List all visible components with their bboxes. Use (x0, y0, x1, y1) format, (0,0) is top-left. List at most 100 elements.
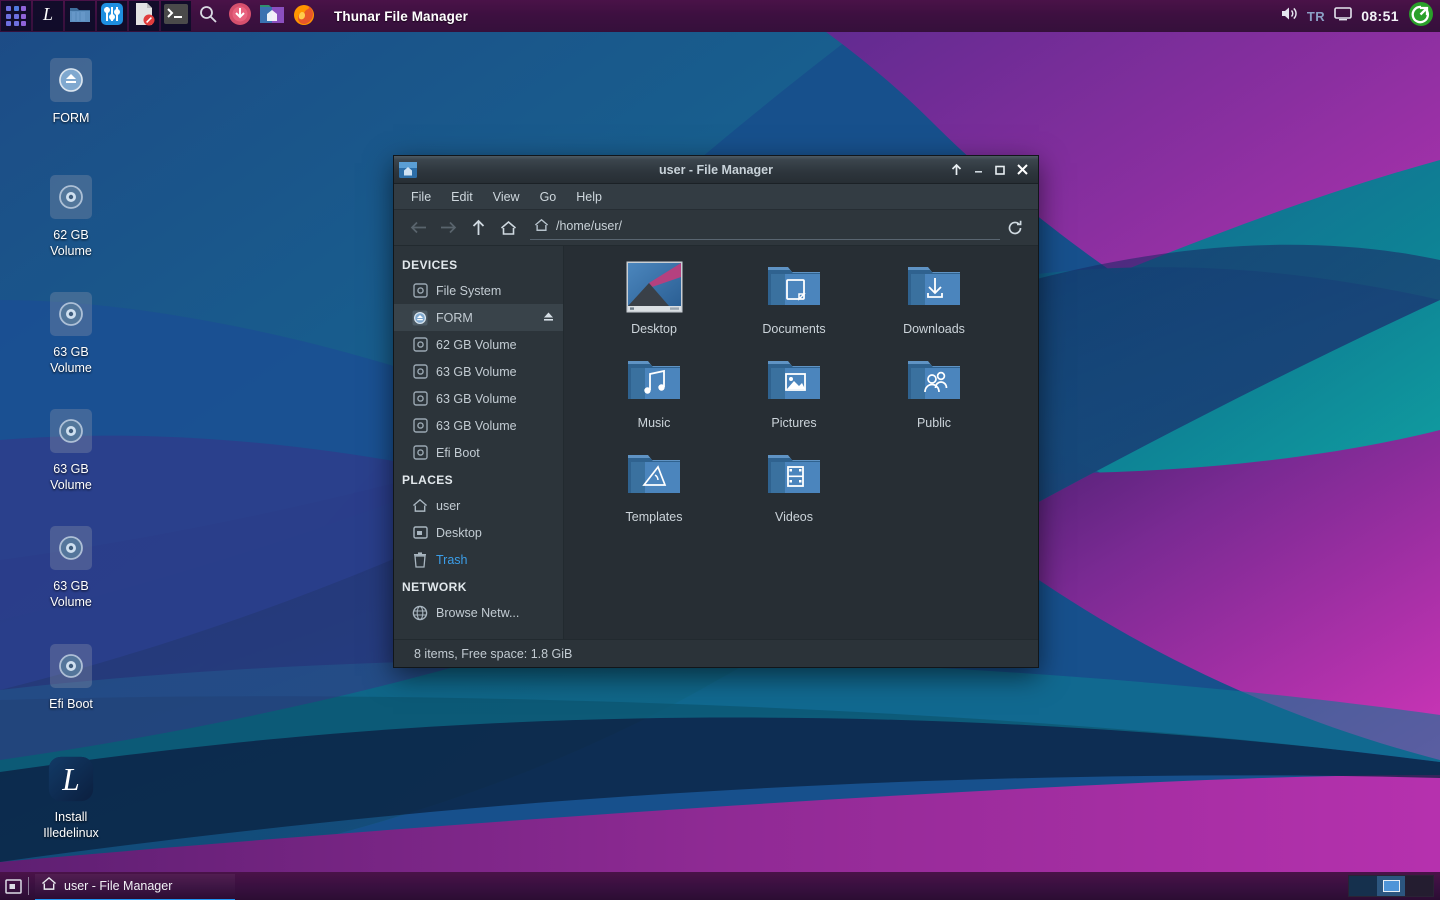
firefox-launcher[interactable] (289, 1, 319, 31)
settings-manager-launcher[interactable] (97, 1, 127, 31)
file-manager-launcher[interactable] (65, 1, 95, 31)
sidebar-item-form[interactable]: FORM (394, 304, 563, 331)
drive-icon (47, 642, 95, 690)
app-grid-launcher[interactable] (1, 1, 31, 31)
reload-button[interactable] (1002, 216, 1028, 240)
sidebar-header-places: PLACES (402, 473, 454, 487)
show-desktop-icon[interactable] (0, 872, 26, 900)
shade-button[interactable] (946, 159, 966, 181)
workspace-1[interactable] (1349, 876, 1377, 896)
file-item-downloads[interactable]: Downloads (864, 258, 1004, 336)
desktop-icon-installer[interactable]: L Install Illedelinux (16, 755, 126, 841)
workspace-pager[interactable] (1348, 875, 1434, 897)
desktop-icon-63gb-3[interactable]: 63 GB Volume (16, 524, 126, 610)
folder-music-icon (625, 352, 683, 410)
logout-icon[interactable] (1408, 1, 1434, 32)
search-launcher[interactable] (193, 1, 223, 31)
menu-view[interactable]: View (484, 187, 529, 207)
file-item-public[interactable]: Public (864, 352, 1004, 430)
sidebar-item-label: File System (436, 283, 502, 298)
clock[interactable]: 08:51 (1361, 8, 1399, 24)
path-text: /home/user/ (556, 219, 623, 233)
sidebar-item-label: FORM (436, 310, 473, 325)
desktop-icon-label: Install Illedelinux (43, 810, 99, 840)
menu-file[interactable]: File (402, 187, 440, 207)
panel-launchers: L Thunar File Manager (0, 0, 468, 32)
eject-icon[interactable] (542, 310, 555, 326)
workspace-window-thumbnail (1382, 880, 1400, 892)
sidebar-item-62gb-volume[interactable]: 62 GB Volume (394, 331, 563, 358)
download-update-icon (228, 2, 252, 31)
drive-icon (412, 283, 428, 299)
sidebar-item-63gb-volume-3[interactable]: 63 GB Volume (394, 412, 563, 439)
drive-icon (47, 524, 95, 572)
file-item-desktop[interactable]: Desktop (584, 258, 724, 336)
desktop-icon-label: FORM (52, 111, 90, 125)
folder-videos-icon (765, 446, 823, 504)
taskbar-window-label: user - File Manager (64, 879, 173, 893)
drive-icon (47, 173, 95, 221)
sidebar-item-desktop[interactable]: Desktop (394, 519, 563, 546)
desktop-icon-form[interactable]: FORM (16, 56, 126, 126)
sidebar-item-efi-boot[interactable]: Efi Boot (394, 439, 563, 466)
firefox-icon (292, 2, 316, 31)
display-icon[interactable] (1334, 6, 1352, 26)
desktop-icon-efi-boot[interactable]: Efi Boot (16, 642, 126, 712)
workspace-2-active[interactable] (1377, 876, 1405, 896)
workspace-3[interactable] (1405, 876, 1433, 896)
drive-icon (47, 407, 95, 455)
maximize-button[interactable] (990, 159, 1010, 181)
text-editor-launcher[interactable] (129, 1, 159, 31)
close-button[interactable] (1012, 159, 1032, 181)
speaker-icon[interactable] (1281, 6, 1298, 26)
file-item-pictures[interactable]: Pictures (724, 352, 864, 430)
home-button[interactable] (494, 215, 522, 241)
sidebar-item-browse-network[interactable]: Browse Netw... (394, 599, 563, 626)
menu-edit[interactable]: Edit (442, 187, 482, 207)
desktop-icon (412, 525, 428, 541)
path-entry[interactable]: /home/user/ (530, 216, 1000, 240)
minimize-button[interactable] (968, 159, 988, 181)
file-item-videos[interactable]: Videos (724, 446, 864, 524)
desktop-screen: L Thunar File Manager TR 08:51 FORM 62 G… (0, 0, 1440, 900)
file-item-templates[interactable]: Templates (584, 446, 724, 524)
home-folder-icon (260, 3, 284, 30)
up-button[interactable] (464, 215, 492, 241)
folder-templates-icon (625, 446, 683, 504)
file-list-area[interactable]: Desktop Documents Downloads Music Pictur… (564, 246, 1038, 639)
file-name: Templates (625, 510, 683, 524)
grid-icon (6, 6, 26, 26)
home-folder-launcher[interactable] (257, 1, 287, 31)
illedelinux-launcher[interactable]: L (33, 1, 63, 31)
window-titlebar[interactable]: user - File Manager (394, 156, 1038, 184)
svg-text:L: L (61, 762, 79, 797)
menu-help[interactable]: Help (567, 187, 611, 207)
sidebar-item-label: Trash (436, 552, 468, 567)
file-name: Public (916, 416, 952, 430)
back-button[interactable] (404, 215, 432, 241)
svg-text:L: L (42, 4, 53, 24)
file-item-documents[interactable]: Documents (724, 258, 864, 336)
file-item-music[interactable]: Music (584, 352, 724, 430)
file-manager-window: user - File Manager File Edit View Go He… (393, 155, 1039, 668)
terminal-launcher[interactable] (161, 1, 191, 31)
sidebar-item-63gb-volume-2[interactable]: 63 GB Volume (394, 385, 563, 412)
illedelinux-icon: L (47, 755, 95, 803)
globe-icon (412, 605, 428, 621)
desktop-icon-63gb-2[interactable]: 63 GB Volume (16, 407, 126, 493)
sidebar-item-63gb-volume-1[interactable]: 63 GB Volume (394, 358, 563, 385)
desktop-icon-62gb[interactable]: 62 GB Volume (16, 173, 126, 259)
taskbar: user - File Manager (0, 872, 1440, 900)
sidebar-item-user[interactable]: user (394, 492, 563, 519)
keyboard-layout-indicator[interactable]: TR (1307, 9, 1325, 24)
forward-button[interactable] (434, 215, 462, 241)
illedelinux-icon: L (37, 3, 59, 30)
sidebar-item-file-system[interactable]: File System (394, 277, 563, 304)
sidebar-item-trash[interactable]: Trash (394, 546, 563, 573)
menu-bar: File Edit View Go Help (394, 184, 1038, 210)
taskbar-window-button[interactable]: user - File Manager (35, 874, 235, 900)
desktop-icon-63gb-1[interactable]: 63 GB Volume (16, 290, 126, 376)
menu-go[interactable]: Go (531, 187, 566, 207)
window-controls (946, 156, 1038, 183)
update-launcher[interactable] (225, 1, 255, 31)
